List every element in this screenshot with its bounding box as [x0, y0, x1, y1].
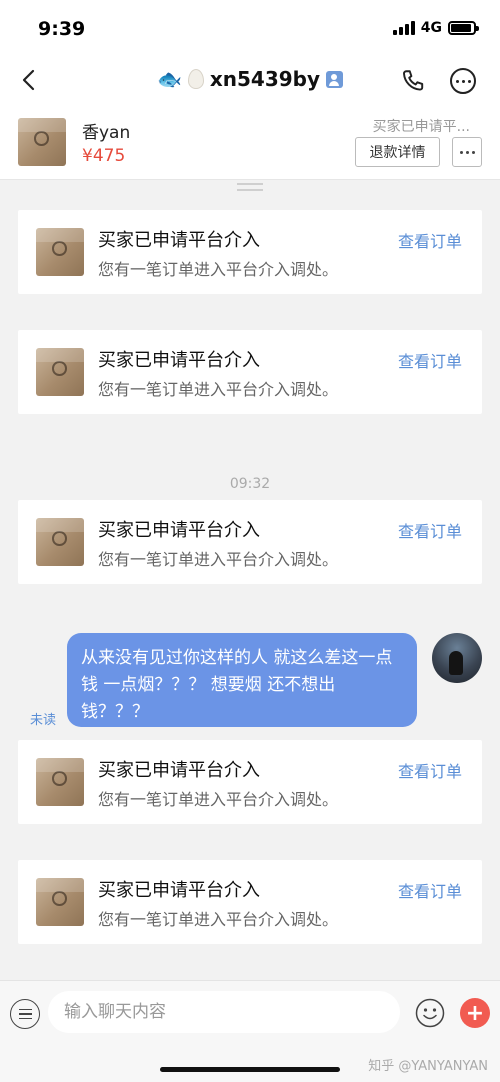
egg-icon — [187, 69, 204, 89]
view-order-link[interactable]: 查看订单 — [398, 878, 462, 902]
drag-handle-icon[interactable] — [228, 180, 272, 194]
refund-details-button[interactable]: 退款详情 — [355, 137, 440, 167]
chat-area[interactable]: 买家已申请平台介入 您有一笔订单进入平台介入调处。 查看订单 买家已申请平台介入… — [0, 180, 500, 980]
profile-icon[interactable] — [326, 70, 344, 88]
order-status: 买家已申请平... — [372, 119, 470, 135]
system-card: 买家已申请平台介入 您有一笔订单进入平台介入调处。 查看订单 — [18, 740, 482, 824]
card-title: 买家已申请平台介入 — [98, 350, 260, 371]
phone-icon[interactable] — [400, 68, 426, 94]
nav-bar: 🐟 xn5439by — [0, 56, 500, 106]
product-name: 香yan — [82, 123, 131, 143]
signal-icon — [392, 21, 415, 35]
card-title: 买家已申请平台介入 — [98, 230, 260, 251]
status-bar: 9:39 4G — [0, 0, 500, 56]
status-indicators: 4G — [392, 20, 479, 36]
view-order-link[interactable]: 查看订单 — [398, 758, 462, 782]
card-thumbnail — [36, 518, 84, 566]
card-title: 买家已申请平台介入 — [98, 880, 260, 901]
contact-name: xn5439by — [209, 67, 321, 91]
system-card: 买家已申请平台介入 您有一笔订单进入平台介入调处。 查看订单 — [18, 330, 482, 414]
view-order-link[interactable]: 查看订单 — [398, 348, 462, 372]
product-thumbnail[interactable] — [18, 118, 66, 166]
emoji-icon[interactable] — [415, 998, 445, 1028]
card-description: 您有一笔订单进入平台介入调处。 — [98, 260, 339, 279]
unread-label: 未读 — [30, 713, 57, 728]
product-bar: 香yan ¥475 买家已申请平... 退款详情 — [0, 106, 500, 180]
card-description: 您有一笔订单进入平台介入调处。 — [98, 380, 339, 399]
view-order-link[interactable]: 查看订单 — [398, 518, 462, 542]
system-card: 买家已申请平台介入 您有一笔订单进入平台介入调处。 查看订单 — [18, 210, 482, 294]
card-thumbnail — [36, 758, 84, 806]
card-title: 买家已申请平台介入 — [98, 520, 260, 541]
card-thumbnail — [36, 228, 84, 276]
home-indicator[interactable] — [160, 1067, 340, 1072]
product-more-button[interactable] — [452, 137, 482, 167]
more-icon[interactable] — [450, 68, 476, 94]
chat-input[interactable] — [48, 991, 400, 1033]
message-timestamp: 09:32 — [229, 476, 271, 492]
card-description: 您有一笔订单进入平台介入调处。 — [98, 910, 339, 929]
system-card: 买家已申请平台介入 您有一笔订单进入平台介入调处。 查看订单 — [18, 860, 482, 944]
card-thumbnail — [36, 348, 84, 396]
view-order-link[interactable]: 查看订单 — [398, 228, 462, 252]
battery-fill — [451, 24, 471, 32]
card-description: 您有一笔订单进入平台介入调处。 — [98, 550, 339, 569]
status-time: 9:39 — [38, 18, 86, 40]
battery-icon — [448, 21, 479, 35]
product-price: ¥475 — [82, 146, 126, 166]
user-avatar[interactable] — [432, 633, 482, 683]
menu-icon[interactable] — [10, 999, 40, 1029]
watermark: 知乎 @YANYANYAN — [368, 1059, 488, 1074]
plus-button[interactable]: + — [460, 998, 490, 1028]
network-type: 4G — [420, 20, 442, 36]
card-thumbnail — [36, 878, 84, 926]
card-title: 买家已申请平台介入 — [98, 760, 260, 781]
fish-icon: 🐟 — [156, 67, 182, 91]
card-description: 您有一笔订单进入平台介入调处。 — [98, 790, 339, 809]
input-bar: + 知乎 @YANYANYAN — [0, 980, 500, 1082]
sent-message-bubble[interactable]: 从来没有见过你这样的人 就这么差这一点钱 一点烟？？？ 想要烟 还不想出钱？？？ — [67, 633, 417, 727]
system-card: 买家已申请平台介入 您有一笔订单进入平台介入调处。 查看订单 — [18, 500, 482, 584]
